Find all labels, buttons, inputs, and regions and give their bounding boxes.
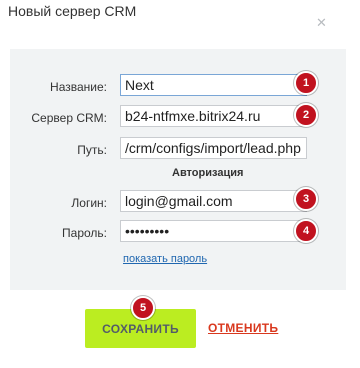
cancel-button[interactable]: ОТМЕНИТЬ (208, 321, 278, 335)
badge-1: 1 (294, 71, 318, 95)
password-input[interactable] (120, 220, 307, 242)
badge-4: 4 (294, 219, 318, 243)
login-label: Логин: (71, 196, 107, 210)
name-input[interactable] (120, 74, 307, 96)
server-label: Сервер CRM: (31, 111, 107, 125)
show-password-link[interactable]: показать пароль (123, 253, 207, 265)
path-label: Путь: (77, 143, 107, 157)
auth-section-heading: Авторизация (172, 167, 244, 179)
name-label: Название: (50, 80, 107, 94)
close-icon[interactable]: ✕ (316, 16, 327, 29)
password-label: Пароль: (62, 226, 107, 240)
path-input[interactable] (120, 137, 307, 159)
badge-3: 3 (294, 187, 318, 211)
badge-5: 5 (131, 296, 155, 320)
dialog-title: Новый сервер CRM (8, 3, 137, 19)
server-input[interactable] (120, 105, 307, 127)
login-input[interactable] (120, 190, 307, 212)
badge-2: 2 (294, 103, 318, 127)
